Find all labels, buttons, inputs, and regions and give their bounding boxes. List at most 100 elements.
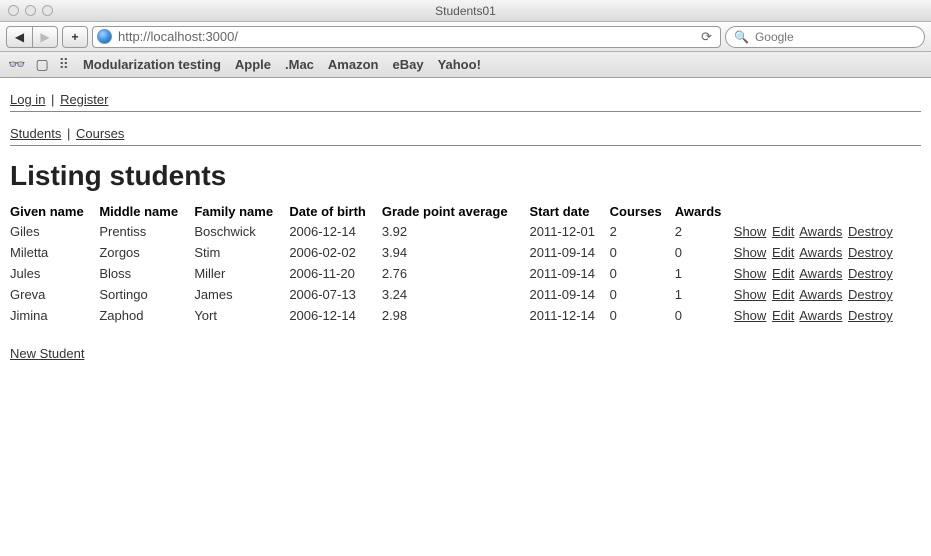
action-edit-link[interactable]: Edit <box>772 308 794 323</box>
address-bar[interactable]: ⟳ <box>92 26 721 48</box>
url-input[interactable] <box>116 28 693 45</box>
bookmark-item[interactable]: .Mac <box>285 57 314 72</box>
close-window-button[interactable] <box>8 5 19 16</box>
auth-links: Log in | Register <box>10 88 921 112</box>
top-sites-icon[interactable]: ⠿ <box>59 56 69 73</box>
table-row: GrevaSortingoJames2006-07-133.242011-09-… <box>10 284 921 305</box>
new-student-link[interactable]: New Student <box>10 346 84 361</box>
cell-middle-name: Prentiss <box>99 221 194 242</box>
bookmark-item[interactable]: Apple <box>235 57 271 72</box>
site-favicon-icon <box>97 29 112 44</box>
col-family-name: Family name <box>194 202 289 221</box>
cell-family-name: Miller <box>194 263 289 284</box>
page-content: Log in | Register Students | Courses Lis… <box>0 78 931 381</box>
forward-button[interactable]: ▶ <box>32 26 58 48</box>
cell-start: 2011-09-14 <box>529 263 609 284</box>
forward-icon: ▶ <box>40 30 49 44</box>
separator: | <box>49 92 56 107</box>
cell-actions: Show Edit Awards Destroy <box>734 305 921 326</box>
action-destroy-link[interactable]: Destroy <box>848 245 893 260</box>
cell-gpa: 3.94 <box>382 242 530 263</box>
bookmarks-bar: 👓 ▢ ⠿ Modularization testing Apple .Mac … <box>0 52 931 78</box>
action-awards-link[interactable]: Awards <box>799 224 842 239</box>
cell-family-name: James <box>194 284 289 305</box>
nav-button-group: ◀ ▶ <box>6 26 58 48</box>
cell-given-name: Jules <box>10 263 99 284</box>
cell-dob: 2006-02-02 <box>289 242 382 263</box>
nav-courses-link[interactable]: Courses <box>76 126 124 141</box>
cell-start: 2011-09-14 <box>529 242 609 263</box>
open-book-icon[interactable]: ▢ <box>35 56 48 73</box>
cell-family-name: Boschwick <box>194 221 289 242</box>
action-edit-link[interactable]: Edit <box>772 245 794 260</box>
cell-family-name: Yort <box>194 305 289 326</box>
action-show-link[interactable]: Show <box>734 245 767 260</box>
action-destroy-link[interactable]: Destroy <box>848 224 893 239</box>
cell-middle-name: Zorgos <box>99 242 194 263</box>
window-controls <box>8 5 53 16</box>
reload-icon[interactable]: ⟳ <box>697 29 716 45</box>
action-destroy-link[interactable]: Destroy <box>848 308 893 323</box>
cell-awards: 1 <box>675 284 734 305</box>
table-row: GilesPrentissBoschwick2006-12-143.922011… <box>10 221 921 242</box>
col-given-name: Given name <box>10 202 99 221</box>
action-destroy-link[interactable]: Destroy <box>848 287 893 302</box>
col-awards: Awards <box>675 202 734 221</box>
cell-middle-name: Zaphod <box>99 305 194 326</box>
table-row: JiminaZaphodYort2006-12-142.982011-12-14… <box>10 305 921 326</box>
action-awards-link[interactable]: Awards <box>799 287 842 302</box>
cell-courses: 0 <box>610 242 675 263</box>
bookmark-item[interactable]: Modularization testing <box>83 57 221 72</box>
cell-middle-name: Bloss <box>99 263 194 284</box>
window-title: Students01 <box>0 4 931 18</box>
action-show-link[interactable]: Show <box>734 266 767 281</box>
bookmark-item[interactable]: eBay <box>392 57 423 72</box>
action-show-link[interactable]: Show <box>734 308 767 323</box>
action-edit-link[interactable]: Edit <box>772 224 794 239</box>
browser-toolbar: ◀ ▶ + ⟳ 🔍 <box>0 22 931 52</box>
cell-given-name: Jimina <box>10 305 99 326</box>
search-bar[interactable]: 🔍 <box>725 26 925 48</box>
action-awards-link[interactable]: Awards <box>799 308 842 323</box>
bookmark-item[interactable]: Yahoo! <box>438 57 481 72</box>
cell-start: 2011-12-14 <box>529 305 609 326</box>
action-show-link[interactable]: Show <box>734 287 767 302</box>
action-awards-link[interactable]: Awards <box>799 245 842 260</box>
action-edit-link[interactable]: Edit <box>772 287 794 302</box>
action-destroy-link[interactable]: Destroy <box>848 266 893 281</box>
minimize-window-button[interactable] <box>25 5 36 16</box>
cell-gpa: 3.24 <box>382 284 530 305</box>
col-gpa: Grade point average <box>382 202 530 221</box>
separator: | <box>65 126 72 141</box>
reading-list-icon[interactable]: 👓 <box>8 56 25 73</box>
cell-gpa: 2.98 <box>382 305 530 326</box>
bookmark-item[interactable]: Amazon <box>328 57 379 72</box>
section-nav: Students | Courses <box>10 122 921 146</box>
col-courses: Courses <box>610 202 675 221</box>
search-icon: 🔍 <box>734 30 749 44</box>
cell-awards: 0 <box>675 242 734 263</box>
cell-dob: 2006-11-20 <box>289 263 382 284</box>
table-row: MilettaZorgosStim2006-02-023.942011-09-1… <box>10 242 921 263</box>
col-middle-name: Middle name <box>99 202 194 221</box>
nav-students-link[interactable]: Students <box>10 126 61 141</box>
action-edit-link[interactable]: Edit <box>772 266 794 281</box>
zoom-window-button[interactable] <box>42 5 53 16</box>
cell-dob: 2006-12-14 <box>289 305 382 326</box>
cell-given-name: Miletta <box>10 242 99 263</box>
search-input[interactable] <box>753 29 916 45</box>
back-button[interactable]: ◀ <box>6 26 32 48</box>
add-bookmark-button[interactable]: + <box>62 26 88 48</box>
window-titlebar: Students01 <box>0 0 931 22</box>
cell-given-name: Greva <box>10 284 99 305</box>
col-start: Start date <box>529 202 609 221</box>
action-show-link[interactable]: Show <box>734 224 767 239</box>
register-link[interactable]: Register <box>60 92 108 107</box>
action-awards-link[interactable]: Awards <box>799 266 842 281</box>
back-icon: ◀ <box>15 30 24 44</box>
cell-courses: 2 <box>610 221 675 242</box>
cell-actions: Show Edit Awards Destroy <box>734 221 921 242</box>
login-link[interactable]: Log in <box>10 92 45 107</box>
table-header-row: Given name Middle name Family name Date … <box>10 202 921 221</box>
page-heading: Listing students <box>10 160 921 192</box>
